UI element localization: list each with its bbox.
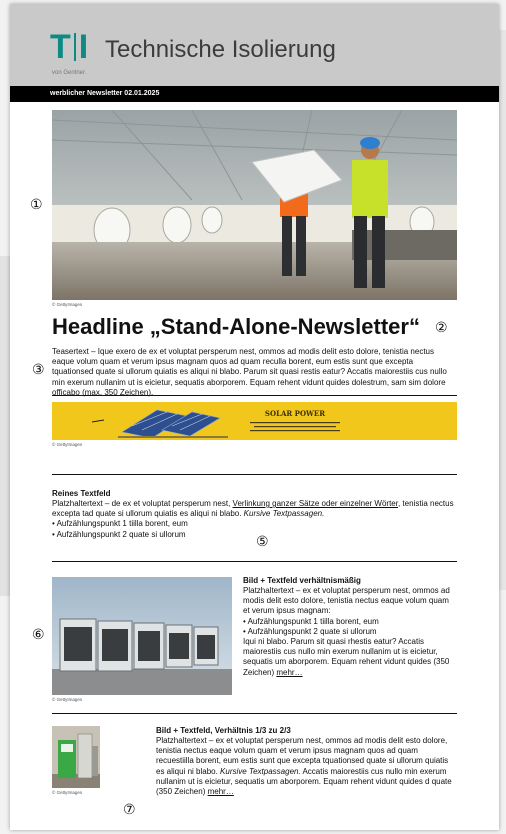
equipment-photo-credit: © GettyImages [52, 790, 83, 795]
background-page-edge-left [0, 256, 10, 596]
text-section: Reines Textfeld Platzhaltertext – de ex … [52, 489, 462, 540]
section-paragraph: Platzhaltertext – ex et voluptat persper… [243, 586, 450, 616]
bild-textfeld-section: Bild + Textfeld verhältnismäßig Platzhal… [243, 576, 453, 678]
list-item: Aufzählungspunkt 1 tiilla borent, eum [243, 617, 453, 627]
bild-textfeld-13-section: Bild + Textfeld, Verhältnis 1/3 zu 2/3 P… [156, 726, 456, 797]
air-conditioner-image [52, 577, 232, 695]
newsletter-sheet: TI Technische Isolierung von Gentner. we… [10, 4, 499, 830]
hero-image [52, 110, 457, 300]
ac-photo-credit: © GettyImages [52, 697, 83, 702]
section-paragraph: Iqui ni blabo. Parum sit quasi rhestis e… [243, 637, 450, 677]
bullet-list: Aufzählungspunkt 1 tiilla borent, eum Au… [243, 617, 453, 637]
list-item: Aufzählungspunkt 1 tiilla borent, eum [52, 519, 462, 529]
section-title: Reines Textfeld [52, 489, 111, 498]
marker-7: ⑦ [123, 801, 136, 817]
section-paragraph: Platzhaltertext – de ex et voluptat pers… [52, 499, 454, 519]
brand-subline: von Gentner. [52, 70, 87, 76]
marker-6: ⑥ [32, 626, 45, 642]
brand-name: Technische Isolierung [105, 36, 336, 63]
list-item: Aufzählungspunkt 2 quate si ullorum [243, 627, 453, 637]
banner-photo-credit: © GettyImages [52, 442, 83, 447]
newsletter-date-bar: werblicher Newsletter 02.01.2025 [10, 86, 499, 102]
more-link[interactable]: mehr… [208, 787, 234, 796]
divider [52, 713, 457, 714]
inline-link[interactable]: Verlinkung ganzer Sätze oder einzelner W… [233, 499, 398, 508]
list-item: Aufzählungspunkt 2 quate si ullorum [52, 530, 462, 540]
section-title: Bild + Textfeld, Verhältnis 1/3 zu 2/3 [156, 726, 291, 735]
marker-1: ① [30, 196, 43, 212]
divider [52, 561, 457, 562]
banner-title: SOLAR POWER [265, 409, 325, 418]
bullet-list: Aufzählungspunkt 1 tiilla borent, eum Au… [52, 519, 462, 539]
divider [52, 474, 457, 475]
marker-3: ③ [32, 361, 45, 377]
hero-photo-credit: © GettyImages [52, 302, 83, 307]
insulation-equipment-image [52, 726, 100, 788]
headline: Headline „Stand-Alone-Newsletter“ [52, 314, 420, 339]
teaser-text: Teasertext – Ique exero de ex et volupta… [52, 347, 447, 397]
logo-mark-icon: TI [50, 28, 89, 66]
divider [52, 395, 457, 396]
more-link[interactable]: mehr… [276, 668, 302, 677]
masthead: TI Technische Isolierung von Gentner. [10, 4, 499, 86]
section-paragraph: Platzhaltertext – ex et voluptat persper… [156, 736, 452, 797]
marker-2: ② [435, 319, 448, 335]
section-title: Bild + Textfeld verhältnismäßig [243, 576, 361, 585]
solar-banner: SOLAR POWER [52, 402, 457, 440]
